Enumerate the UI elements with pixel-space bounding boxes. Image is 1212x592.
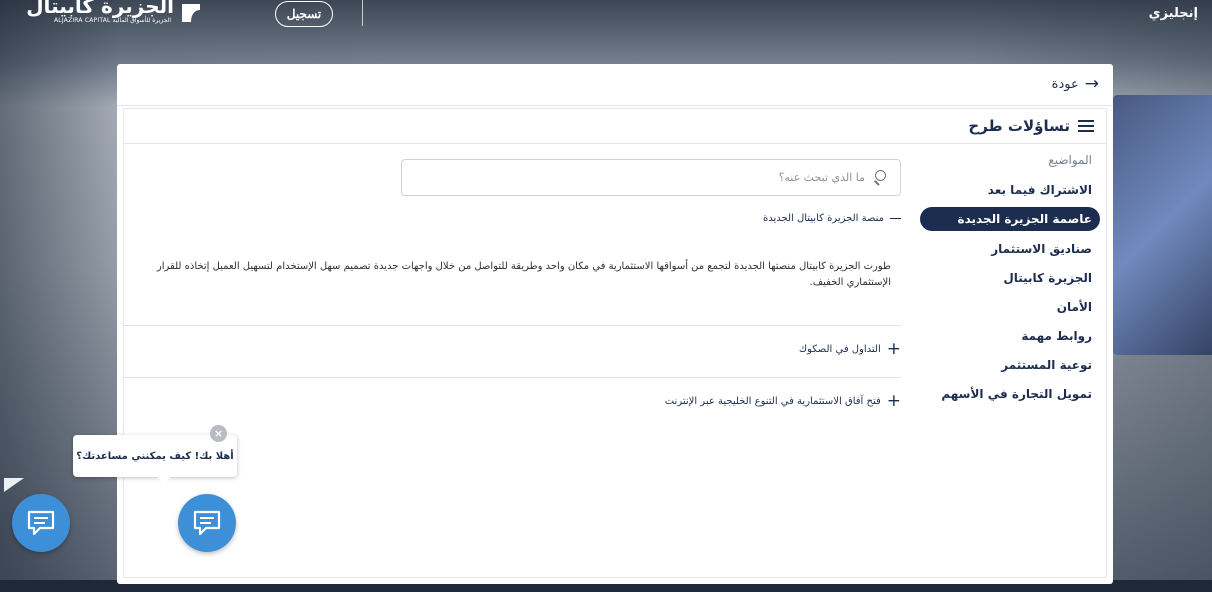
topic-item[interactable]: الأمان — [920, 292, 1100, 321]
topics-title: المواضيع — [1048, 153, 1092, 167]
faq-panel: → عودة تساؤلات طرح المواضيع الاشتراك فيم… — [117, 64, 1113, 584]
chat-icon — [193, 510, 221, 536]
topic-item[interactable]: الجزيرة كابيتال — [920, 263, 1100, 292]
chat-greeting-text: أهلا بك! كيف يمكنني مساعدتك؟ — [76, 450, 234, 462]
chat-icon — [27, 510, 55, 536]
topic-item[interactable]: صناديق الاستثمار — [920, 234, 1100, 263]
arrow-right-icon: → — [1084, 74, 1099, 94]
top-bar: الجزيرة كابيتال ALJAZIRA CAPITAL الجزيرة… — [0, 0, 1212, 40]
menu-icon[interactable] — [1078, 120, 1094, 132]
chat-open-button[interactable] — [178, 494, 236, 552]
background-laptop — [1112, 95, 1212, 355]
question-label: التداول في الصكوك — [798, 344, 881, 355]
close-icon[interactable]: × — [210, 425, 227, 442]
header-divider — [362, 0, 363, 26]
plus-icon: + — [886, 339, 901, 359]
faq-title: تساؤلات طرح — [968, 117, 1070, 135]
topic-item[interactable]: الاشتراك فيما بعد — [920, 175, 1100, 204]
logo-text-arabic: الجزيرة كابيتال — [26, 0, 174, 18]
faq-divider — [124, 325, 901, 326]
faq-answer: طورت الجزيرة كابيتال منصتها الجديدة لتجم… — [156, 261, 891, 288]
back-label: عودة — [1051, 77, 1079, 92]
question-label: منصة الجزيرة كابيتال الجديدة — [762, 213, 884, 224]
topic-item[interactable]: توعية المستثمر — [920, 350, 1100, 379]
topic-item[interactable]: روابط مهمة — [920, 321, 1100, 350]
chat-tail — [4, 478, 24, 492]
brand-logo[interactable]: الجزيرة كابيتال ALJAZIRA CAPITAL الجزيرة… — [26, 0, 204, 30]
search-box — [401, 159, 901, 196]
faq-header: تساؤلات طرح — [124, 109, 1106, 144]
faq-question-expanded[interactable]: منصة الجزيرة كابيتال الجديدة — [763, 213, 901, 224]
plus-icon: + — [886, 391, 901, 411]
topic-item-active[interactable]: عاصمة الجزيرة الجديدة — [920, 207, 1100, 231]
logo-mark-icon — [182, 4, 200, 22]
logo-text-english: ALJAZIRA CAPITAL الجزيرة للأسواق المالية — [54, 17, 172, 24]
back-link[interactable]: → عودة — [117, 64, 1113, 106]
register-button[interactable]: تسجيل — [275, 1, 333, 27]
search-icon[interactable] — [873, 170, 888, 185]
question-label: فتح آفاق الاستثمارية في التنوع الخليجية … — [664, 396, 881, 407]
faq-question[interactable]: + فتح آفاق الاستثمارية في التنوع الخليجي… — [665, 393, 901, 410]
faq-container: تساؤلات طرح المواضيع الاشتراك فيما بعد ع… — [123, 108, 1107, 578]
topic-item[interactable]: تمويل التجارة في الأسهم — [920, 379, 1100, 408]
faq-divider — [124, 377, 901, 378]
search-input[interactable] — [414, 171, 865, 184]
topics-sidebar: المواضيع الاشتراك فيما بعد عاصمة الجزيرة… — [920, 153, 1100, 408]
chat-greeting-bubble[interactable]: أهلا بك! كيف يمكنني مساعدتك؟ — [73, 435, 237, 484]
minus-icon — [890, 217, 901, 220]
faq-question[interactable]: + التداول في الصكوك — [799, 341, 901, 358]
language-switch[interactable]: إنجليزي — [1149, 6, 1198, 21]
chat-launcher-button[interactable] — [12, 494, 70, 552]
